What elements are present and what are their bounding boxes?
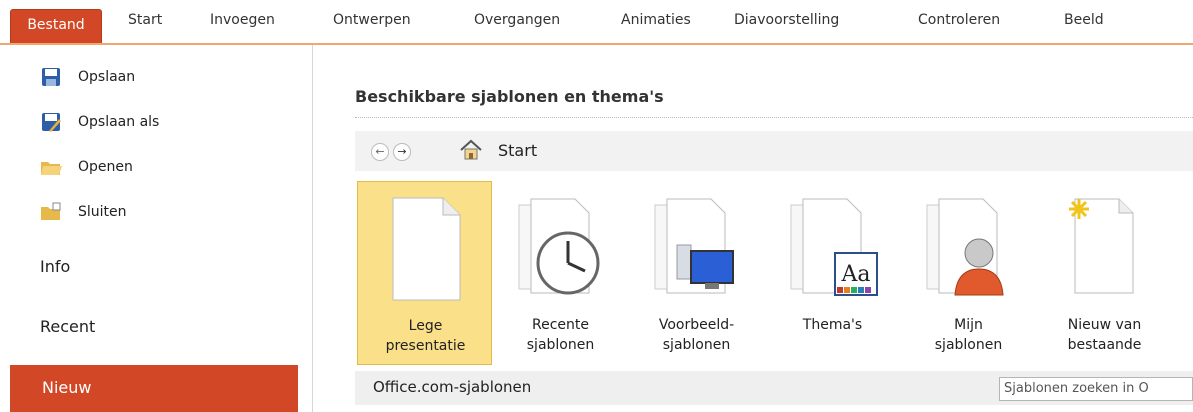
opslaan-als-command[interactable]: Opslaan als xyxy=(40,110,159,134)
tile-label: sjablonen xyxy=(934,337,1003,353)
home-icon[interactable] xyxy=(459,139,483,161)
tile-label: Lege xyxy=(408,318,443,334)
backstage-nav: Opslaan Opslaan als Openen Sluiten Info … xyxy=(0,45,313,412)
new-from-existing-icon xyxy=(1069,198,1134,294)
forward-icon[interactable]: → xyxy=(393,143,411,161)
heading-divider xyxy=(355,117,1193,118)
nav-nieuw-label: Nieuw xyxy=(42,378,92,397)
tile-label: Recente xyxy=(532,317,589,333)
nav-recent[interactable]: Recent xyxy=(40,317,95,336)
tab-start[interactable]: Start xyxy=(128,12,162,28)
sluiten-label: Sluiten xyxy=(78,204,127,220)
svg-text:Aa: Aa xyxy=(840,262,870,287)
tile-recente-sjablonen[interactable]: Recente sjablonen xyxy=(493,181,628,365)
tile-label: Voorbeeld- xyxy=(658,317,735,333)
breadcrumb[interactable]: Start xyxy=(498,141,537,160)
tab-ontwerpen[interactable]: Ontwerpen xyxy=(333,12,411,28)
nav-nieuw[interactable]: Nieuw xyxy=(10,365,312,412)
nav-info[interactable]: Info xyxy=(40,257,70,276)
tile-nieuw-van-bestaande[interactable]: Nieuw van bestaande xyxy=(1037,181,1172,365)
blank-page-icon xyxy=(392,197,461,301)
tab-diavoorstelling[interactable]: Diavoorstelling xyxy=(734,12,839,28)
office-templates-title: Office.com-sjablonen xyxy=(373,378,532,396)
back-icon[interactable]: ← xyxy=(371,143,389,161)
save-icon xyxy=(42,68,60,86)
tile-label: bestaande xyxy=(1067,337,1142,353)
tile-mijn-sjablonen[interactable]: Mijn sjablonen xyxy=(901,181,1036,365)
openen-command[interactable]: Openen xyxy=(40,155,133,179)
tile-label: Thema's xyxy=(802,317,863,333)
sample-templates-icon xyxy=(654,198,734,294)
opslaan-als-label: Opslaan als xyxy=(78,114,160,130)
save-as-icon xyxy=(42,113,61,132)
clock-icon xyxy=(518,198,600,295)
opslaan-label: Opslaan xyxy=(78,69,136,85)
tab-animaties[interactable]: Animaties xyxy=(621,12,691,28)
opslaan-command[interactable]: Opslaan xyxy=(40,65,135,89)
tile-label: presentatie xyxy=(385,338,466,354)
template-navbar: ← → Start xyxy=(355,131,1193,171)
tile-label: sjablonen xyxy=(662,337,731,353)
user-icon xyxy=(926,198,1004,296)
theme-icon: Aa xyxy=(790,198,878,296)
open-folder-icon xyxy=(41,162,62,175)
main-panel: Beschikbare sjablonen en thema's ← → Sta… xyxy=(313,45,1193,412)
tab-controleren[interactable]: Controleren xyxy=(918,12,1000,28)
template-search-input[interactable]: Sjablonen zoeken in O xyxy=(999,377,1193,401)
close-folder-icon xyxy=(41,202,61,220)
sluiten-command[interactable]: Sluiten xyxy=(40,200,127,224)
tile-voorbeeld-sjablonen[interactable]: Voorbeeld- sjablonen xyxy=(629,181,764,365)
tile-label: Nieuw van xyxy=(1067,317,1142,333)
tile-label: sjablonen xyxy=(526,337,595,353)
ribbon-tabs: Bestand Start Invoegen Ontwerpen Overgan… xyxy=(0,0,1193,45)
template-tiles: Lege presentatie Recente sjablonen Voorb… xyxy=(355,181,1193,367)
tab-overgangen[interactable]: Overgangen xyxy=(474,12,560,28)
tile-lege-presentatie[interactable]: Lege presentatie xyxy=(357,181,492,365)
tab-invoegen[interactable]: Invoegen xyxy=(210,12,275,28)
tile-themas[interactable]: Aa Thema's xyxy=(765,181,900,365)
active-notch xyxy=(298,374,312,402)
tab-beeld[interactable]: Beeld xyxy=(1064,12,1104,28)
office-templates-bar: Office.com-sjablonen Sjablonen zoeken in… xyxy=(355,371,1193,405)
page-title: Beschikbare sjablonen en thema's xyxy=(355,87,664,106)
tile-label: Mijn xyxy=(954,317,983,333)
tab-bestand[interactable]: Bestand xyxy=(10,9,102,43)
openen-label: Openen xyxy=(78,159,133,175)
